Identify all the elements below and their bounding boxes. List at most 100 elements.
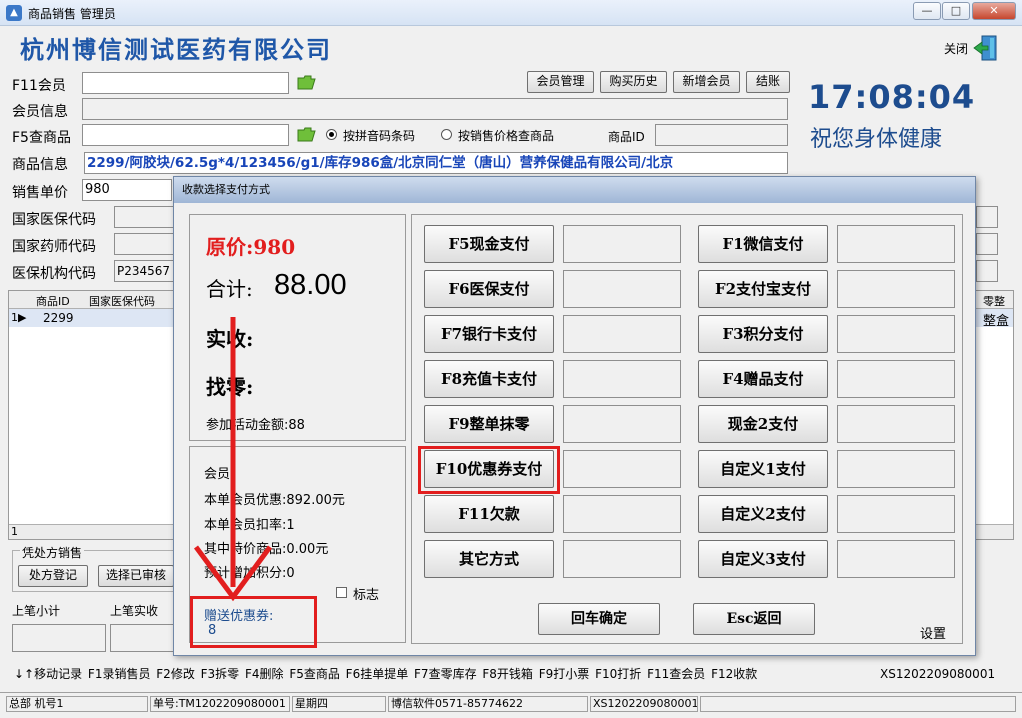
f5-product-label: F5查商品 (12, 130, 71, 146)
product-info-label: 商品信息 (12, 157, 68, 173)
product-search-input[interactable] (82, 124, 289, 146)
right-pay-button-7[interactable]: 自定义3支付 (698, 540, 828, 578)
clock: 17:08:04 (808, 78, 976, 116)
status-empty (700, 696, 1016, 712)
row-marker: 1▶ (11, 311, 27, 324)
right-pay-amount-6[interactable] (837, 495, 955, 533)
product-info-value: 2299/阿胶块/62.5g*4/123456/g1/库存986盒/北京同仁堂（… (84, 152, 788, 174)
left-pay-amount-7[interactable] (563, 540, 681, 578)
right-pay-button-1[interactable]: F2支付宝支付 (698, 270, 828, 308)
title-bar: ▲ 商品销售 管理员 — □ ✕ (0, 0, 1022, 26)
close-window-button[interactable]: ✕ (972, 2, 1016, 20)
left-pay-amount-2[interactable] (563, 315, 681, 353)
prescription-title: 凭处方销售 (20, 544, 85, 561)
confirm-button[interactable]: 回车确定 (538, 603, 660, 635)
left-pay-amount-1[interactable] (563, 270, 681, 308)
exit-door-icon[interactable] (972, 33, 1002, 63)
flag-checkbox[interactable] (336, 587, 347, 598)
total-value: 88.00 (274, 269, 347, 301)
price-field[interactable]: 980 (82, 179, 172, 201)
select-reviewed-button[interactable]: 选择已审核 (98, 565, 174, 587)
left-pay-button-1[interactable]: F6医保支付 (424, 270, 554, 308)
slogan: 祝您身体健康 (810, 127, 943, 152)
left-pay-button-0[interactable]: F5现金支付 (424, 225, 554, 263)
ins-org-code-field: P234567 (114, 260, 174, 282)
product-id-label: 商品ID (608, 130, 645, 144)
member-manage-button[interactable]: 会员管理 (527, 71, 594, 93)
esc-back-button[interactable]: Esc返回 (693, 603, 815, 635)
side-field (976, 233, 998, 255)
right-pay-amount-5[interactable] (837, 450, 955, 488)
left-pay-amount-3[interactable] (563, 360, 681, 398)
new-member-button[interactable]: 新增会员 (673, 71, 740, 93)
payment-dialog: 收款选择支付方式 原价:980 合计: 88.00 实收: 找零: 参加活动金额… (173, 176, 976, 656)
last-subtotal-label: 上笔小计 (12, 604, 61, 618)
right-pay-button-5[interactable]: 自定义1支付 (698, 450, 828, 488)
last-paid-label: 上笔实收 (110, 604, 159, 618)
right-pay-button-3[interactable]: F4赠品支付 (698, 360, 828, 398)
column-header: 零整 (983, 295, 1005, 308)
row-product-id: 2299 (43, 311, 74, 325)
status-branch: 总部 机号1 (6, 696, 148, 712)
column-header: 商品ID (36, 295, 70, 308)
right-pay-amount-0[interactable] (837, 225, 955, 263)
right-pay-amount-4[interactable] (837, 405, 955, 443)
window-title: 商品销售 管理员 (28, 7, 116, 21)
status-weekday: 星期四 (292, 696, 386, 712)
pharmacist-code-label: 国家药师代码 (12, 239, 96, 255)
app-icon: ▲ (6, 5, 22, 21)
coupon-highlight (190, 596, 317, 648)
ins-org-code-label: 医保机构代码 (12, 266, 96, 282)
flag-label: 标志 (353, 588, 380, 603)
member-input[interactable] (82, 72, 289, 94)
pharmacist-code-field (114, 233, 174, 255)
left-pay-amount-0[interactable] (563, 225, 681, 263)
total-label: 合计: (206, 277, 253, 301)
right-pay-amount-3[interactable] (837, 360, 955, 398)
radio-price[interactable] (441, 129, 452, 140)
nat-ins-code-field (114, 206, 174, 228)
left-pay-button-3[interactable]: F8充值卡支付 (424, 360, 554, 398)
left-pay-button-6[interactable]: F11欠款 (424, 495, 554, 533)
maximize-button[interactable]: □ (942, 2, 970, 20)
folder-open-icon[interactable] (297, 126, 317, 142)
right-pay-button-0[interactable]: F1微信支付 (698, 225, 828, 263)
radio-price-label: 按销售价格查商品 (458, 129, 555, 143)
settings-link[interactable]: 设置 (920, 623, 946, 642)
right-pay-button-2[interactable]: F3积分支付 (698, 315, 828, 353)
left-pay-button-4[interactable]: F9整单抹零 (424, 405, 554, 443)
left-pay-amount-6[interactable] (563, 495, 681, 533)
annotation-arrow-icon (193, 317, 273, 602)
prescription-register-button[interactable]: 处方登记 (18, 565, 88, 587)
member-info-field (82, 98, 788, 120)
left-pay-amount-4[interactable] (563, 405, 681, 443)
close-label[interactable]: 关闭 (944, 40, 968, 57)
minimize-button[interactable]: — (913, 2, 941, 20)
right-pay-amount-7[interactable] (837, 540, 955, 578)
member-info-label: 会员信息 (12, 104, 68, 120)
status-order: 单号:TM1202209080001 (150, 696, 290, 712)
payment-methods-panel: 回车确定 Esc返回 设置 F5现金支付 F6医保支付 F7银行卡支付 F8充值卡支付… (411, 214, 963, 644)
checkout-button[interactable]: 结账 (746, 71, 790, 93)
left-pay-amount-5[interactable] (563, 450, 681, 488)
right-pay-button-6[interactable]: 自定义2支付 (698, 495, 828, 533)
last-paid-field (110, 624, 174, 652)
dialog-title: 收款选择支付方式 (174, 177, 975, 203)
radio-pinyin[interactable] (326, 129, 337, 140)
folder-open-icon[interactable] (297, 74, 317, 90)
nat-ins-code-label: 国家医保代码 (12, 212, 96, 228)
last-subtotal-field (12, 624, 106, 652)
row-unit: 整盒 (983, 314, 1010, 329)
purchase-history-button[interactable]: 购买历史 (600, 71, 667, 93)
original-price: 原价:980 (206, 235, 296, 259)
shortcut-code: XS1202209080001 (880, 667, 996, 681)
shortcut-hints: ↓↑移动记录 F1录销售员 F2修改 F3拆零 F4删除 F5查商品 F6挂单提… (14, 667, 758, 681)
left-pay-button-7[interactable]: 其它方式 (424, 540, 554, 578)
left-pay-button-2[interactable]: F7银行卡支付 (424, 315, 554, 353)
status-code: XS1202209080001 (590, 696, 698, 712)
right-pay-amount-1[interactable] (837, 270, 955, 308)
right-pay-button-4[interactable]: 现金2支付 (698, 405, 828, 443)
right-pay-amount-2[interactable] (837, 315, 955, 353)
company-name: 杭州博信测试医药有限公司 (20, 35, 332, 64)
coupon-pay-highlight (418, 446, 560, 494)
